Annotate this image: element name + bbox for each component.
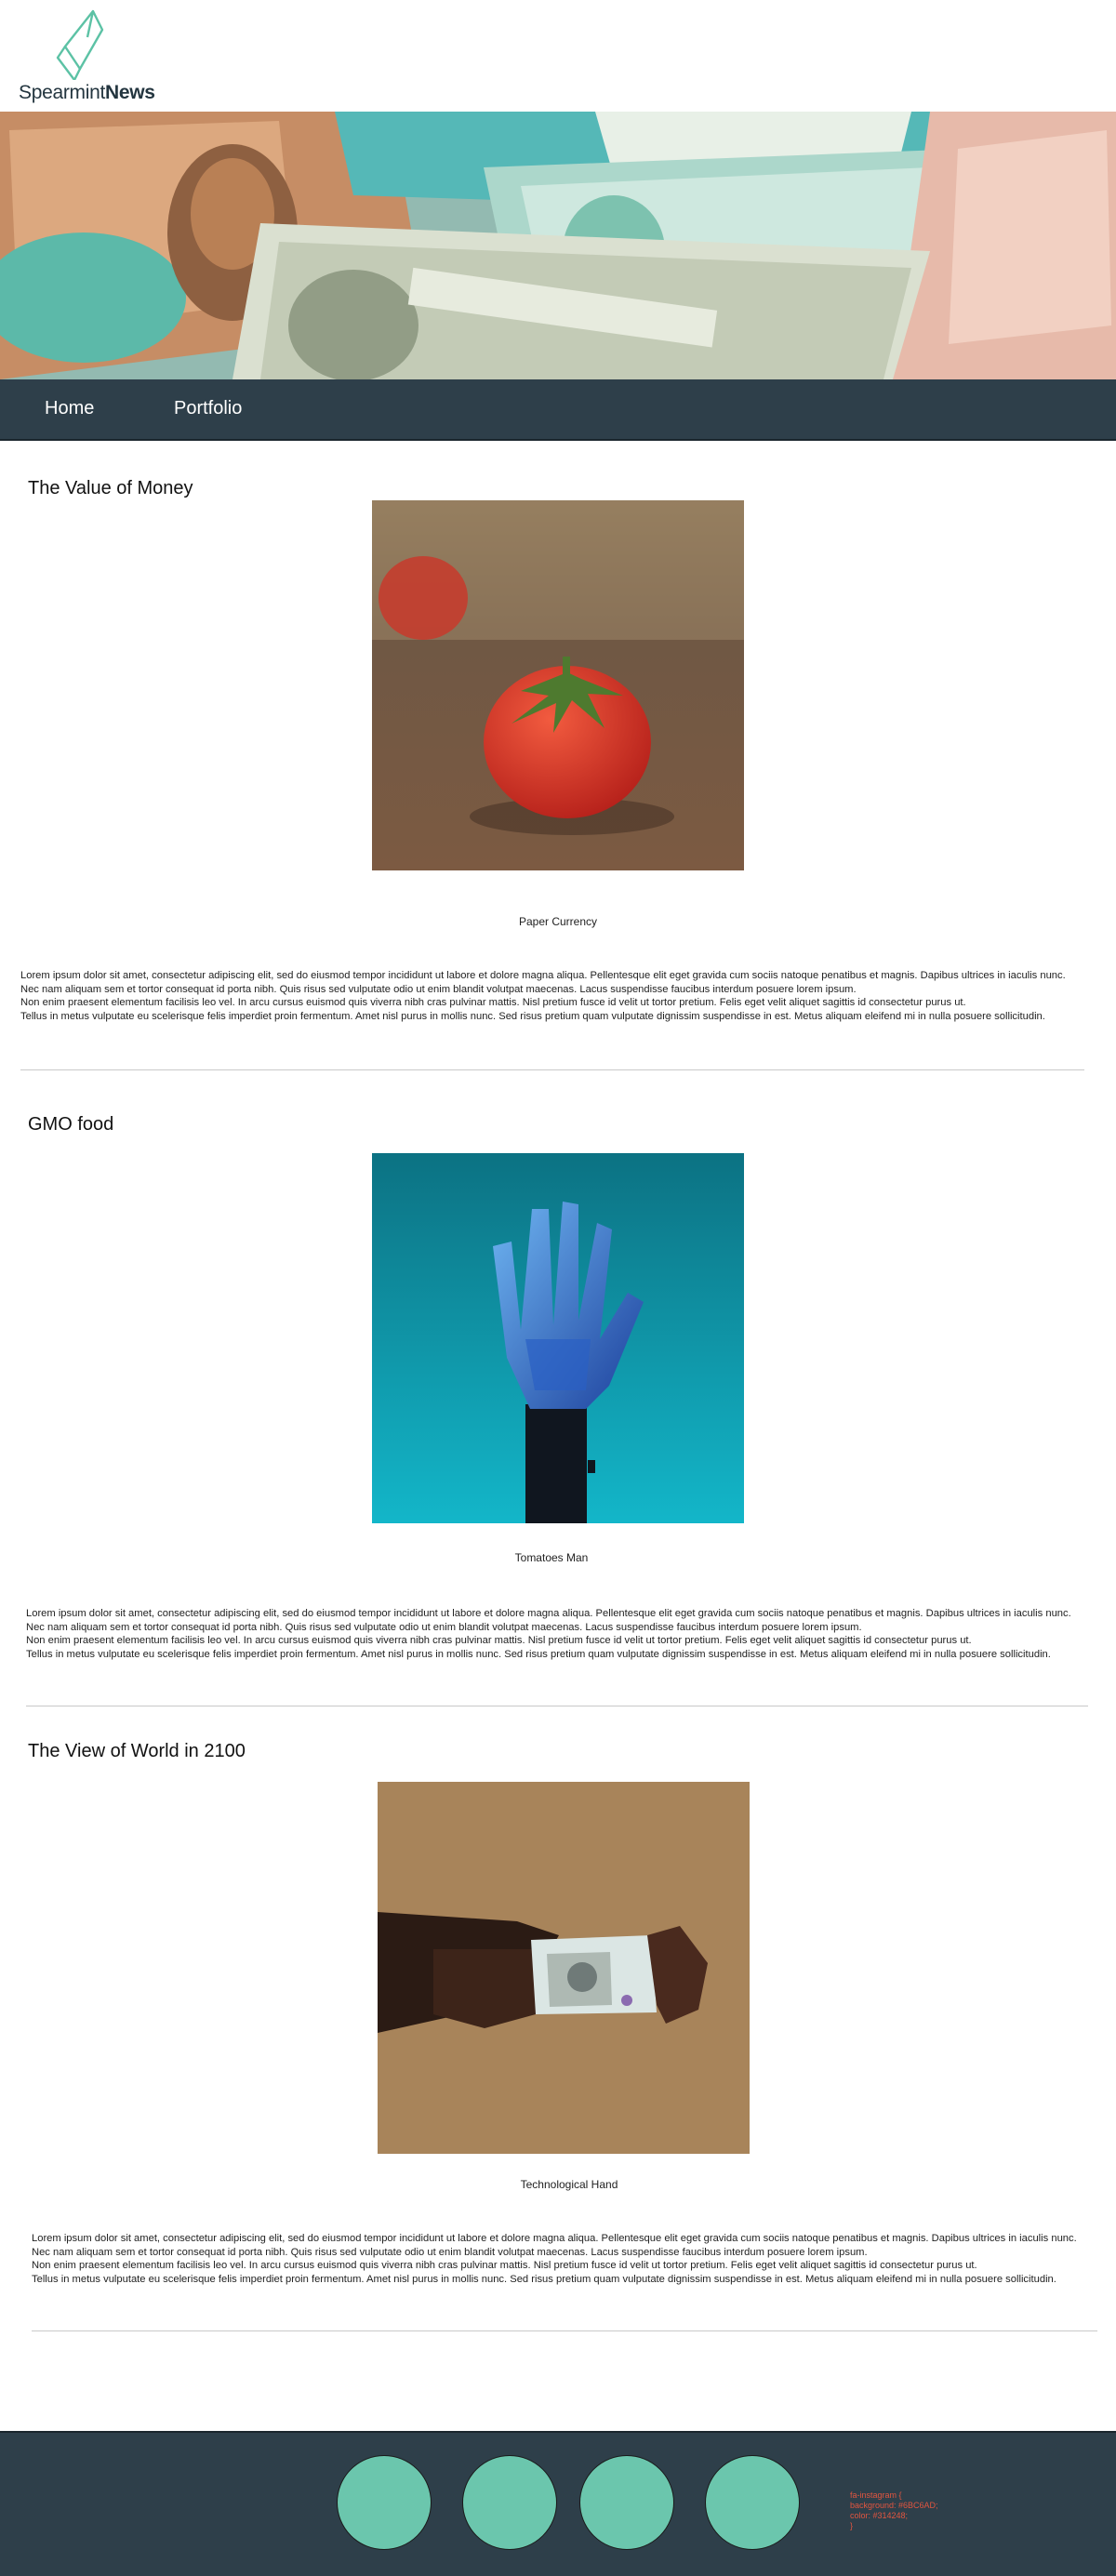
site-logo[interactable]: SpearmintNews	[17, 9, 175, 107]
site-footer: fa-instagram { background: #6BC6AD; colo…	[0, 2431, 1116, 2576]
social-icon[interactable]	[462, 2455, 557, 2550]
article-image-robot-hand	[372, 1153, 744, 1523]
image-caption: Tomatoes Man	[514, 1551, 589, 1564]
logo-wordmark: SpearmintNews	[19, 82, 155, 103]
article-image-tomato	[372, 500, 744, 870]
article-title[interactable]: The View of World in 2100	[28, 1741, 246, 1762]
article-title[interactable]: The Value of Money	[28, 478, 193, 499]
main-nav: Home Portfolio	[0, 379, 1116, 441]
image-caption: Technological Hand	[520, 2178, 618, 2191]
image-caption: Paper Currency	[518, 915, 598, 928]
section-divider	[32, 2330, 1097, 2331]
nav-portfolio-link[interactable]: Portfolio	[174, 398, 242, 419]
article-body: Lorem ipsum dolor sit amet, consectetur …	[32, 2233, 1077, 2285]
social-icon[interactable]	[337, 2455, 432, 2550]
hero-banner-image	[0, 112, 1116, 379]
article-image-banknote-hands	[378, 1782, 750, 2154]
article-body: Lorem ipsum dolor sit amet, consectetur …	[20, 970, 1066, 1022]
social-icon[interactable]	[579, 2455, 674, 2550]
nav-home-link[interactable]: Home	[45, 398, 94, 419]
section-divider	[20, 1069, 1084, 1070]
article-body: Lorem ipsum dolor sit amet, consectetur …	[26, 1608, 1071, 1660]
css-note: fa-instagram { background: #6BC6AD; colo…	[850, 2490, 938, 2530]
instagram-icon[interactable]	[705, 2455, 800, 2550]
spearmint-leaf-icon	[56, 9, 104, 80]
article-title[interactable]: GMO food	[28, 1114, 113, 1135]
